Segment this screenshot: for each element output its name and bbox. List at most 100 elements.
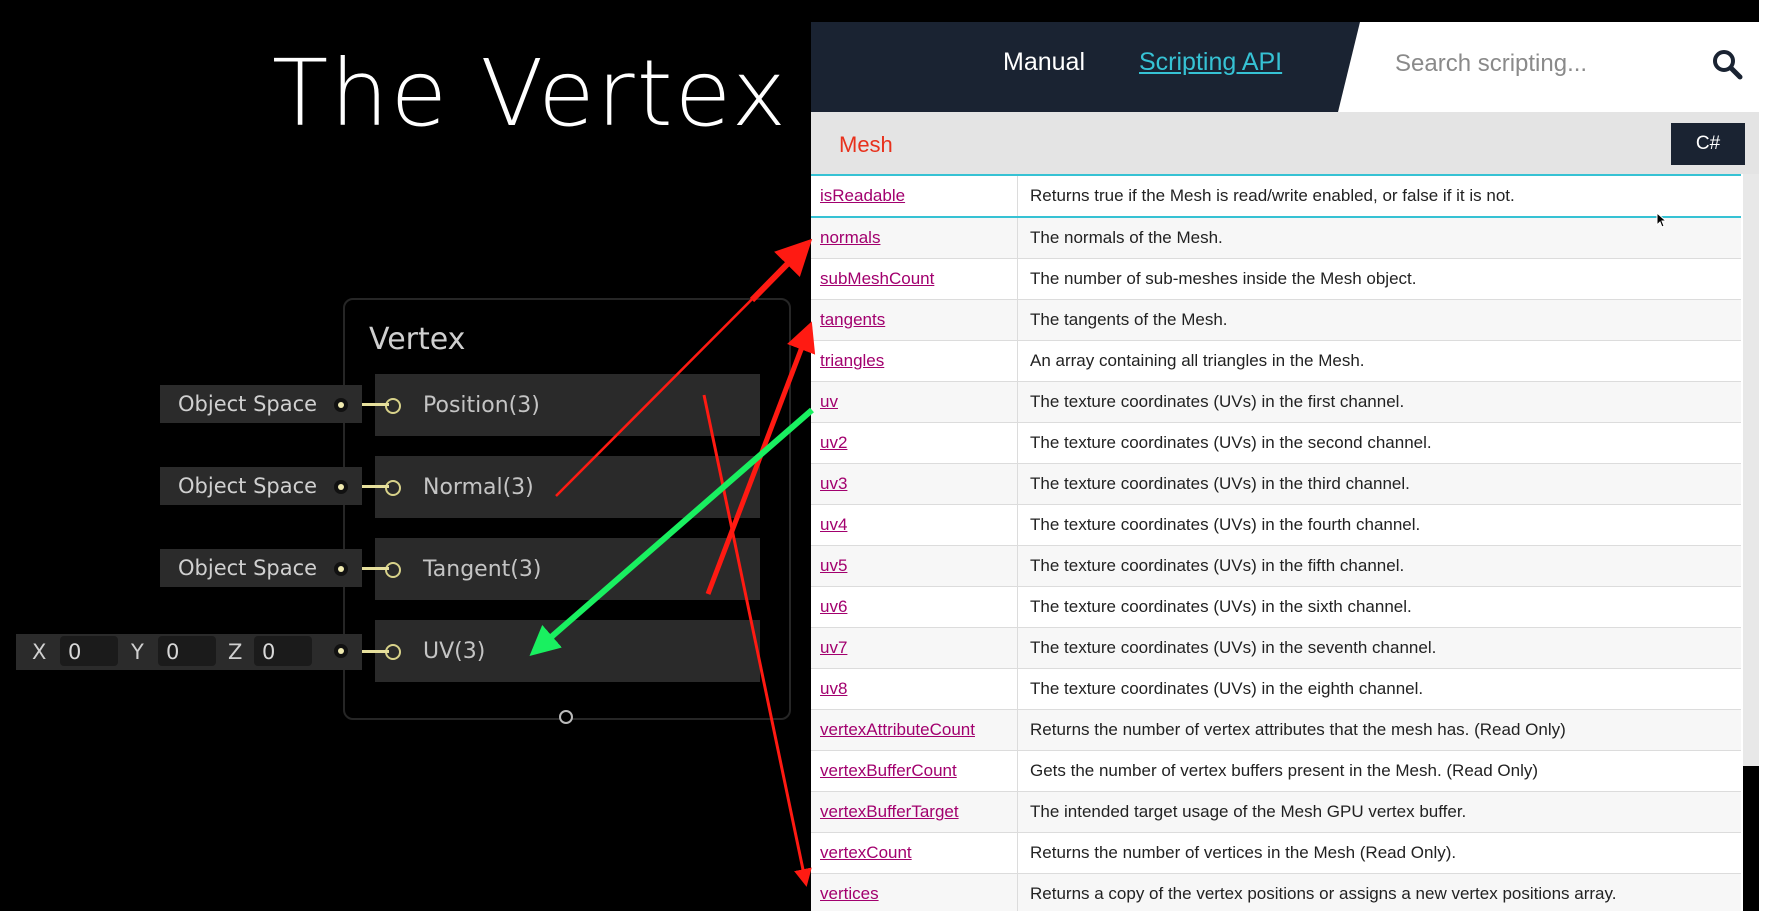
property-link[interactable]: uv8 bbox=[820, 679, 847, 699]
column-divider bbox=[1017, 505, 1018, 545]
nav-manual-link[interactable]: Manual bbox=[1003, 48, 1085, 77]
column-divider bbox=[1017, 341, 1018, 381]
property-link[interactable]: uv bbox=[820, 392, 838, 412]
x-label: X bbox=[32, 640, 47, 664]
property-link[interactable]: subMeshCount bbox=[820, 269, 934, 289]
column-divider bbox=[1017, 874, 1018, 911]
scripting-api-panel: Manual Scripting API Search scripting...… bbox=[811, 22, 1759, 911]
table-row: uv3 The texture coordinates (UVs) in the … bbox=[811, 464, 1741, 505]
port-uv[interactable]: UV(3) bbox=[375, 620, 760, 682]
property-description: The normals of the Mesh. bbox=[1030, 228, 1223, 247]
property-link[interactable]: normals bbox=[820, 228, 880, 248]
property-link[interactable]: vertexCount bbox=[820, 843, 912, 863]
table-row: uv The texture coordinates (UVs) in the f… bbox=[811, 382, 1741, 423]
port-tangent[interactable]: Tangent(3) bbox=[375, 538, 760, 600]
property-link[interactable]: uv5 bbox=[820, 556, 847, 576]
property-link[interactable]: isReadable bbox=[820, 186, 905, 206]
column-divider bbox=[1017, 382, 1018, 422]
column-divider bbox=[1017, 710, 1018, 750]
property-description: Returns a copy of the vertex positions o… bbox=[1030, 884, 1617, 903]
column-divider bbox=[1017, 176, 1018, 216]
node-title: Vertex bbox=[369, 322, 466, 357]
property-link[interactable]: uv4 bbox=[820, 515, 847, 535]
doc-nav-bar bbox=[811, 22, 1360, 112]
table-row: vertexBufferCount Gets the number of vert… bbox=[811, 751, 1741, 792]
window-edge-shadow bbox=[1743, 766, 1759, 911]
x-field[interactable]: 0 bbox=[60, 636, 118, 666]
column-divider bbox=[1017, 259, 1018, 299]
scrollbar[interactable] bbox=[1743, 174, 1759, 784]
column-divider bbox=[1017, 751, 1018, 791]
table-row: vertexBufferTarget The intended target us… bbox=[811, 792, 1741, 833]
table-row: uv8 The texture coordinates (UVs) in the … bbox=[811, 669, 1741, 710]
connection-wire bbox=[362, 650, 389, 653]
property-link[interactable]: vertexAttributeCount bbox=[820, 720, 975, 740]
uv-vector-input[interactable]: X 0 Y 0 Z 0 bbox=[16, 634, 362, 670]
table-row: normals The normals of the Mesh. bbox=[811, 218, 1741, 259]
column-divider bbox=[1017, 833, 1018, 873]
port-connector-icon[interactable] bbox=[385, 398, 401, 414]
property-link[interactable]: uv6 bbox=[820, 597, 847, 617]
table-row: vertexCount Returns the number of vertice… bbox=[811, 833, 1741, 874]
search-input[interactable]: Search scripting... bbox=[1395, 50, 1587, 78]
property-description: The texture coordinates (UVs) in the thi… bbox=[1030, 474, 1410, 493]
table-row: tangents The tangents of the Mesh. bbox=[811, 300, 1741, 341]
space-label: Object Space bbox=[178, 392, 318, 416]
property-description: Gets the number of vertex buffers presen… bbox=[1030, 761, 1539, 780]
normal-space-dropdown[interactable]: Object Space bbox=[160, 467, 362, 505]
column-divider bbox=[1017, 546, 1018, 586]
vertex-node[interactable]: Vertex Position(3) Normal(3) Tangent(3) … bbox=[343, 298, 791, 724]
property-link[interactable]: uv3 bbox=[820, 474, 847, 494]
z-field[interactable]: 0 bbox=[254, 636, 312, 666]
class-name: Mesh bbox=[839, 132, 893, 157]
table-row: uv5 The texture coordinates (UVs) in the … bbox=[811, 546, 1741, 587]
table-row: isReadable Returns true if the Mesh is re… bbox=[811, 174, 1741, 218]
property-description: The texture coordinates (UVs) in the eig… bbox=[1030, 679, 1424, 698]
connection-wire bbox=[362, 567, 389, 570]
nav-scripting-api-link[interactable]: Scripting API bbox=[1139, 48, 1282, 77]
property-link[interactable]: vertexBufferTarget bbox=[820, 802, 959, 822]
tangent-space-dropdown[interactable]: Object Space bbox=[160, 549, 362, 587]
property-description: The intended target usage of the Mesh GP… bbox=[1030, 802, 1467, 821]
input-dot-icon[interactable] bbox=[334, 562, 348, 576]
property-description: The texture coordinates (UVs) in the sec… bbox=[1030, 433, 1432, 452]
input-dot-icon[interactable] bbox=[334, 480, 348, 494]
port-position[interactable]: Position(3) bbox=[375, 374, 760, 436]
table-row: triangles An array containing all triangl… bbox=[811, 341, 1741, 382]
property-link[interactable]: vertexBufferCount bbox=[820, 761, 957, 781]
property-link[interactable]: triangles bbox=[820, 351, 884, 371]
table-row: uv2 The texture coordinates (UVs) in the … bbox=[811, 423, 1741, 464]
properties-table: isReadable Returns true if the Mesh is re… bbox=[811, 174, 1741, 911]
property-link[interactable]: tangents bbox=[820, 310, 885, 330]
table-row: uv6 The texture coordinates (UVs) in the … bbox=[811, 587, 1741, 628]
property-description: The texture coordinates (UVs) in the fif… bbox=[1030, 556, 1405, 575]
table-row: subMeshCount The number of sub-meshes ins… bbox=[811, 259, 1741, 300]
property-description: The texture coordinates (UVs) in the six… bbox=[1030, 597, 1412, 616]
table-row: uv4 The texture coordinates (UVs) in the … bbox=[811, 505, 1741, 546]
port-normal[interactable]: Normal(3) bbox=[375, 456, 760, 518]
property-link[interactable]: uv7 bbox=[820, 638, 847, 658]
y-label: Y bbox=[131, 640, 144, 664]
port-connector-icon[interactable] bbox=[385, 480, 401, 496]
connection-wire bbox=[362, 485, 389, 488]
property-description: The texture coordinates (UVs) in the fir… bbox=[1030, 392, 1405, 411]
property-link[interactable]: uv2 bbox=[820, 433, 847, 453]
port-connector-icon[interactable] bbox=[385, 562, 401, 578]
column-divider bbox=[1017, 669, 1018, 709]
port-label: Normal(3) bbox=[423, 475, 534, 500]
slide-title: The Vertex E bbox=[272, 40, 880, 147]
property-description: Returns true if the Mesh is read/write e… bbox=[1030, 186, 1515, 205]
property-description: The number of sub-meshes inside the Mesh… bbox=[1030, 269, 1417, 288]
language-button[interactable]: C# bbox=[1671, 123, 1745, 165]
column-divider bbox=[1017, 464, 1018, 504]
property-link[interactable]: vertices bbox=[820, 884, 879, 904]
node-output-dot-icon[interactable] bbox=[559, 710, 573, 724]
input-dot-icon[interactable] bbox=[334, 644, 348, 658]
property-description: The texture coordinates (UVs) in the sev… bbox=[1030, 638, 1437, 657]
position-space-dropdown[interactable]: Object Space bbox=[160, 385, 362, 423]
column-divider bbox=[1017, 300, 1018, 340]
input-dot-icon[interactable] bbox=[334, 398, 348, 412]
search-icon[interactable] bbox=[1711, 48, 1743, 80]
y-field[interactable]: 0 bbox=[158, 636, 216, 666]
column-divider bbox=[1017, 218, 1018, 258]
